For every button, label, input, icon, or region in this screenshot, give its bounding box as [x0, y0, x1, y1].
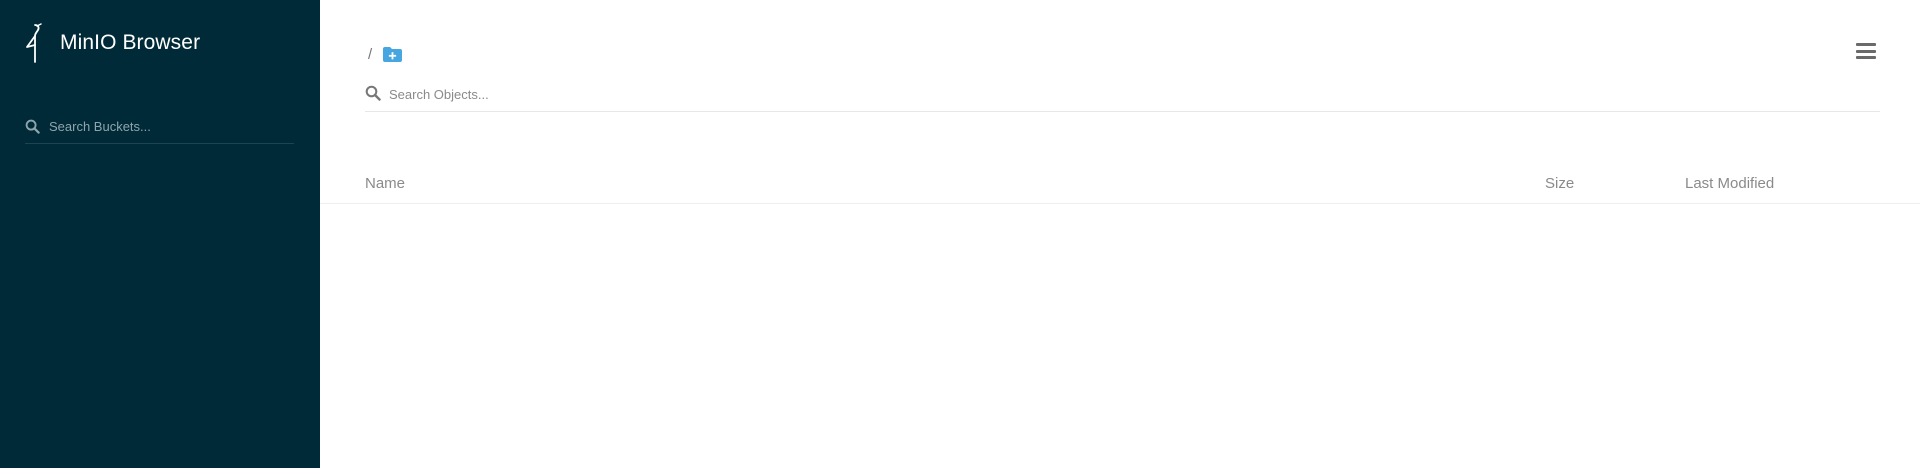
breadcrumb-root[interactable]: / — [368, 46, 372, 63]
hamburger-menu-icon[interactable] — [1856, 43, 1876, 59]
bucket-search-input[interactable] — [49, 119, 269, 134]
search-icon — [365, 85, 381, 101]
column-last-modified[interactable]: Last Modified — [1685, 175, 1774, 192]
search-icon — [25, 119, 40, 134]
minio-bird-icon — [26, 23, 42, 63]
object-search — [365, 78, 1880, 112]
object-table-header: Name Size Last Modified — [320, 170, 1920, 204]
sidebar: MinIO Browser — [0, 0, 320, 468]
main-content: / Name Size Last Modified — [320, 0, 1920, 468]
column-size[interactable]: Size — [1545, 175, 1574, 192]
bucket-search — [25, 110, 294, 144]
breadcrumb: / — [368, 46, 403, 63]
object-search-input[interactable] — [389, 87, 789, 102]
logo[interactable]: MinIO Browser — [24, 22, 200, 64]
folder-plus-icon[interactable] — [382, 46, 403, 63]
app-title: MinIO Browser — [60, 31, 201, 54]
column-name[interactable]: Name — [365, 175, 405, 192]
